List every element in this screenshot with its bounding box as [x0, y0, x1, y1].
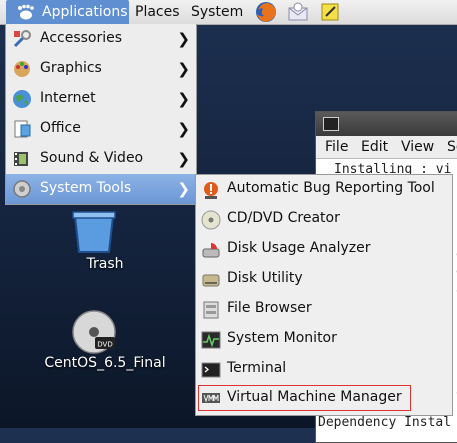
menu-item-label: Disk Utility	[227, 270, 303, 286]
chevron-right-icon: ❯	[177, 150, 190, 168]
terminal-menu-search[interactable]: Se	[447, 139, 457, 155]
menu-item-terminal[interactable]: Terminal	[196, 355, 452, 385]
note-icon[interactable]	[319, 1, 341, 23]
terminal-window-icon	[323, 117, 339, 131]
system-tools-submenu: Automatic Bug Reporting Tool CD/DVD Crea…	[195, 174, 453, 416]
cd-icon	[201, 210, 221, 230]
menu-item-sound-video[interactable]: Sound & Video ❯	[6, 144, 196, 174]
menu-item-label: System Tools	[40, 180, 132, 196]
menu-item-file-browser[interactable]: File Browser	[196, 295, 452, 325]
menu-item-cd-dvd-creator[interactable]: CD/DVD Creator	[196, 205, 452, 235]
places-menu-button[interactable]: Places	[135, 0, 180, 24]
disk-usage-icon	[202, 243, 220, 258]
menu-item-accessories[interactable]: Accessories ❯	[6, 24, 196, 54]
dvd-icon: DVD	[72, 310, 116, 354]
graphics-icon	[14, 61, 30, 77]
chevron-right-icon: ❯	[177, 60, 190, 78]
menu-item-internet[interactable]: Internet ❯	[6, 84, 196, 114]
menu-item-label: File Browser	[227, 300, 312, 316]
menu-item-label: CD/DVD Creator	[227, 210, 340, 226]
dvd-desktop-icon[interactable]: DVD CentOS_6.5_Final	[44, 309, 166, 371]
menu-item-bug-reporting[interactable]: Automatic Bug Reporting Tool	[196, 175, 452, 205]
applications-label: Applications	[42, 4, 128, 20]
menu-item-label: Automatic Bug Reporting Tool	[227, 180, 435, 196]
terminal-titlebar[interactable]	[316, 112, 457, 136]
terminal-menu-edit[interactable]: Edit	[361, 139, 388, 155]
chevron-right-icon: ❯	[177, 180, 190, 198]
menu-item-label: Graphics	[40, 60, 102, 76]
terminal-menu-view[interactable]: View	[401, 139, 434, 155]
menu-item-graphics[interactable]: Graphics ❯	[6, 54, 196, 84]
chevron-right-icon: ❯	[177, 90, 190, 108]
menu-item-label: Accessories	[40, 30, 123, 46]
trash-label: Trash	[86, 256, 124, 272]
menu-item-label: Disk Usage Analyzer	[227, 240, 371, 256]
menu-item-label: Office	[40, 120, 81, 136]
menu-item-virtual-machine-manager[interactable]: Virtual Machine Manager	[198, 385, 411, 411]
menu-item-label: Virtual Machine Manager	[227, 389, 402, 405]
terminal-icon	[201, 362, 221, 378]
dvd-badge: DVD	[97, 341, 112, 349]
menu-item-system-tools[interactable]: System Tools ❯	[6, 174, 196, 204]
menu-item-disk-utility[interactable]: Disk Utility	[196, 265, 452, 295]
top-panel: Applications Places System	[0, 0, 457, 25]
menu-item-label: Sound & Video	[40, 150, 144, 166]
bug-report-icon	[204, 182, 218, 199]
accessories-icon	[13, 30, 31, 48]
applications-menu: Accessories ❯ Graphics ❯ Internet ❯ Offi…	[5, 24, 197, 205]
file-browser-icon	[203, 301, 219, 319]
menu-item-label: Terminal	[227, 360, 287, 376]
vmm-icon	[202, 393, 220, 403]
applications-menu-button[interactable]: Applications	[6, 0, 129, 24]
system-tools-icon	[13, 180, 31, 198]
firefox-icon[interactable]	[255, 1, 277, 23]
mail-icon[interactable]	[287, 1, 309, 23]
menu-item-label: Internet	[40, 90, 96, 106]
system-menu-button[interactable]: System	[191, 0, 243, 24]
internet-icon	[13, 90, 31, 108]
sound-video-icon	[14, 152, 28, 166]
gnome-foot-icon	[18, 4, 34, 20]
menu-item-label: System Monitor	[227, 330, 337, 346]
dvd-label: CentOS_6.5_Final	[44, 355, 166, 371]
chevron-right-icon: ❯	[177, 30, 190, 48]
trash-icon	[72, 211, 116, 253]
office-icon	[14, 120, 31, 138]
menu-item-disk-usage-analyzer[interactable]: Disk Usage Analyzer	[196, 235, 452, 265]
system-monitor-icon	[201, 331, 221, 349]
terminal-menu-file[interactable]: File	[325, 139, 348, 155]
menu-item-system-monitor[interactable]: System Monitor	[196, 325, 452, 355]
disk-utility-icon	[202, 274, 220, 287]
terminal-menubar: File Edit View Se	[316, 136, 457, 159]
trash-desktop-icon[interactable]: Trash	[71, 210, 124, 272]
menu-item-office[interactable]: Office ❯	[6, 114, 196, 144]
chevron-right-icon: ❯	[177, 120, 190, 138]
